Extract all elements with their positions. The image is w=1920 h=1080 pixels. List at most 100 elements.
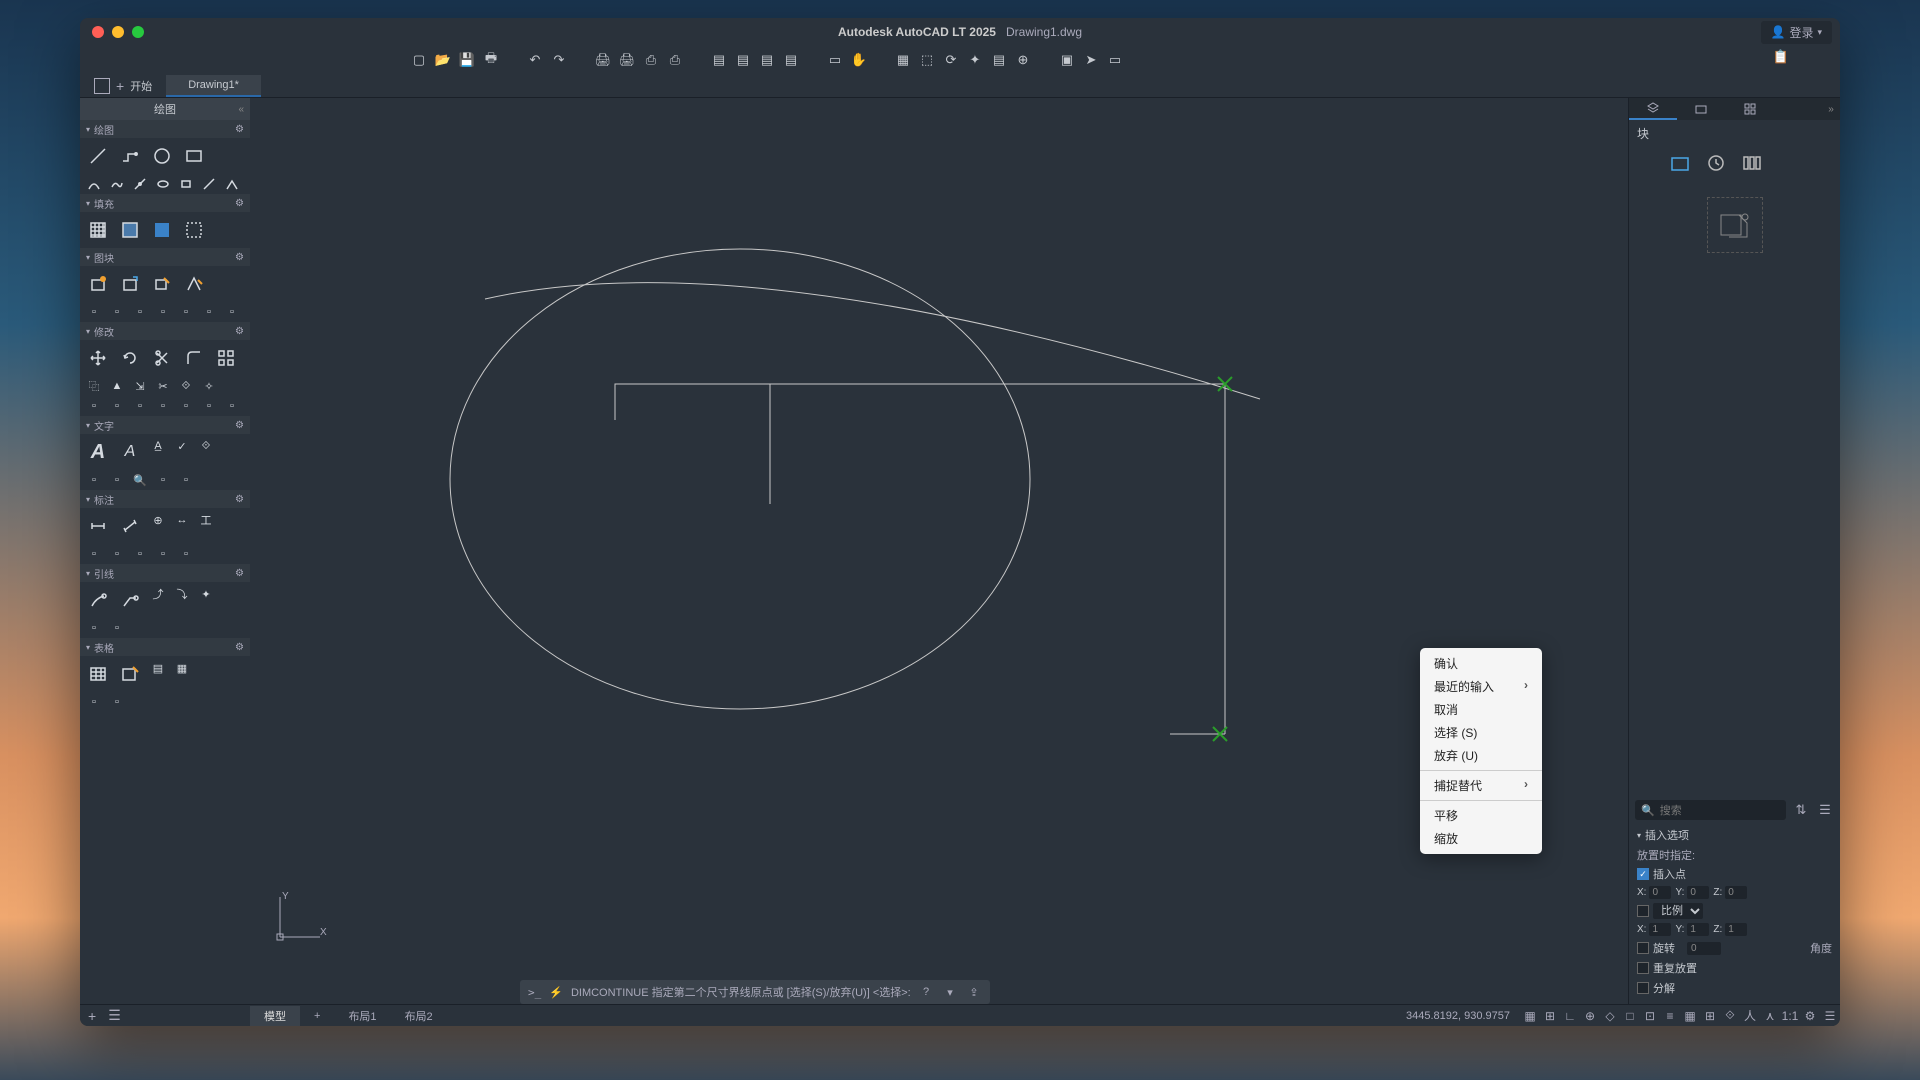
send-icon[interactable]: ➤ (1082, 51, 1100, 69)
new-icon[interactable]: ▢ (410, 51, 428, 69)
mod-sub3[interactable]: ▫ (129, 397, 151, 415)
rtab-files[interactable] (1677, 98, 1725, 120)
gear-icon[interactable]: ⚙ (235, 494, 244, 505)
mod-sub1[interactable]: ▫ (83, 397, 105, 415)
checkbox-rotate[interactable] (1637, 942, 1649, 954)
ctx-zoom[interactable]: 缩放 (1420, 827, 1542, 850)
print-icon[interactable]: 🖨 (618, 51, 636, 69)
ctx-pan[interactable]: 平移 (1420, 804, 1542, 827)
section-text-header[interactable]: 文字⚙ (80, 416, 250, 434)
block-drawing-icon[interactable] (1669, 153, 1691, 173)
tb-sub2[interactable]: ▦ (171, 659, 193, 677)
status-otrack-icon[interactable]: ⊡ (1640, 1009, 1660, 1023)
checkbox-insertpt[interactable]: ✓ (1637, 868, 1649, 880)
arc-tool[interactable] (83, 175, 105, 193)
ctx-select[interactable]: 选择 (S) (1420, 721, 1542, 744)
mod-sub5[interactable]: ▫ (175, 397, 197, 415)
status-workspace-icon[interactable]: ⚙ (1800, 1009, 1820, 1023)
block-sub2[interactable]: ▫ (106, 303, 128, 321)
status-iso-icon[interactable]: ◇ (1600, 1009, 1620, 1023)
save-icon[interactable]: 💾 (458, 51, 476, 69)
line-tool[interactable] (83, 141, 113, 171)
txt-r3[interactable]: 🔍 (129, 471, 151, 489)
options-header[interactable]: 插入选项 (1635, 824, 1834, 846)
section-draw-header[interactable]: 绘图⚙ (80, 120, 250, 138)
block-sort-icon[interactable]: ⇅ (1792, 802, 1810, 818)
dim-sub1[interactable]: ⊕ (147, 511, 169, 529)
ld-sub1[interactable]: ⤴ (147, 585, 169, 603)
stretch-tool[interactable]: ⇲ (129, 377, 151, 395)
block-sub7[interactable]: ▫ (221, 303, 243, 321)
spline-tool[interactable] (106, 175, 128, 193)
dim-sub2[interactable]: ↔ (171, 511, 193, 529)
block-create-tool[interactable] (115, 269, 145, 299)
area-icon[interactable]: ⬚ (918, 51, 936, 69)
block-sub1[interactable]: ▫ (83, 303, 105, 321)
circle-tool[interactable] (147, 141, 177, 171)
dim-sub3[interactable]: 工 (195, 511, 217, 529)
status-ortho-icon[interactable]: ∟ (1560, 1009, 1580, 1023)
ray-tool[interactable] (198, 175, 220, 193)
status-trn-icon[interactable]: ▦ (1680, 1009, 1700, 1023)
block-edit-tool[interactable] (147, 269, 177, 299)
move-tool[interactable] (83, 343, 113, 373)
layer-merge-icon[interactable]: ▤ (758, 51, 776, 69)
mod-sub7[interactable]: ▫ (221, 397, 243, 415)
list-tool-icon[interactable]: ☰ (108, 1007, 121, 1024)
rtab-layers[interactable] (1629, 98, 1677, 120)
batch-plot-icon[interactable]: ⎙ (642, 51, 660, 69)
gear-icon[interactable]: ⚙ (235, 568, 244, 579)
distance-icon[interactable]: ▭ (826, 51, 844, 69)
ctx-undo[interactable]: 放弃 (U) (1420, 744, 1542, 767)
redo-icon[interactable]: ↷ (550, 51, 568, 69)
dim-aligned-tool[interactable] (115, 511, 145, 541)
txt-r2[interactable]: ▫ (106, 471, 128, 489)
checkbox-repeat[interactable] (1637, 962, 1649, 974)
txt-r1[interactable]: ▫ (83, 471, 105, 489)
text-sub3[interactable]: ⟐ (195, 437, 217, 455)
block-sub6[interactable]: ▫ (198, 303, 220, 321)
ld-r1[interactable]: ▫ (83, 619, 105, 637)
status-grid-icon[interactable]: ▦ (1520, 1009, 1540, 1023)
mod-sub2[interactable]: ▫ (106, 397, 128, 415)
tb-r2[interactable]: ▫ (106, 693, 128, 711)
y1[interactable]: 1 (1687, 923, 1709, 936)
ld-sub3[interactable]: ✦ (195, 585, 217, 603)
sparkle-icon[interactable]: ✦ (966, 51, 984, 69)
z0[interactable]: 0 (1725, 886, 1747, 899)
palette-title[interactable]: 绘图 (80, 98, 250, 120)
tab-layout2[interactable]: 布局2 (391, 1006, 447, 1026)
clipboard-icon[interactable]: ▣ (1058, 51, 1076, 69)
status-scale-icon[interactable]: 1:1 (1780, 1009, 1800, 1023)
dim-linear-tool[interactable] (83, 511, 113, 541)
gear-icon[interactable]: ⚙ (235, 420, 244, 431)
mod-sub6[interactable]: ▫ (198, 397, 220, 415)
list-icon[interactable]: ▤ (990, 51, 1008, 69)
ld-r2[interactable]: ▫ (106, 619, 128, 637)
mirror-tool[interactable]: ▲ (106, 377, 128, 395)
copy-tool[interactable]: ⿻ (83, 377, 105, 395)
section-table-header[interactable]: 表格⚙ (80, 638, 250, 656)
close-icon[interactable] (92, 26, 104, 38)
layer-edit-icon[interactable]: ▤ (782, 51, 800, 69)
pan-icon[interactable]: ✋ (850, 51, 868, 69)
help-icon[interactable]: ? (918, 986, 934, 998)
page-setup-icon[interactable]: ⎙ (666, 51, 684, 69)
undo-icon[interactable]: ↶ (526, 51, 544, 69)
status-snap-icon[interactable]: ⊞ (1540, 1009, 1560, 1023)
array-tool[interactable] (211, 343, 241, 373)
table-tool[interactable] (83, 659, 113, 689)
mod-sub4[interactable]: ▫ (152, 397, 174, 415)
section-modify-header[interactable]: 修改⚙ (80, 322, 250, 340)
layer-copy-icon[interactable]: ▤ (734, 51, 752, 69)
ctx-confirm[interactable]: 确认 (1420, 652, 1542, 675)
status-cycle-icon[interactable]: ⊞ (1700, 1009, 1720, 1023)
scale-tool[interactable]: ✂ (152, 377, 174, 395)
polyline-tool[interactable] (115, 141, 145, 171)
rotate-value[interactable]: 0 (1687, 942, 1721, 955)
boundary-tool[interactable] (147, 215, 177, 245)
search-input[interactable]: 🔍 搜索 (1635, 800, 1786, 820)
polygon-tool[interactable] (175, 175, 197, 193)
block-sub5[interactable]: ▫ (175, 303, 197, 321)
x0[interactable]: 0 (1649, 886, 1671, 899)
